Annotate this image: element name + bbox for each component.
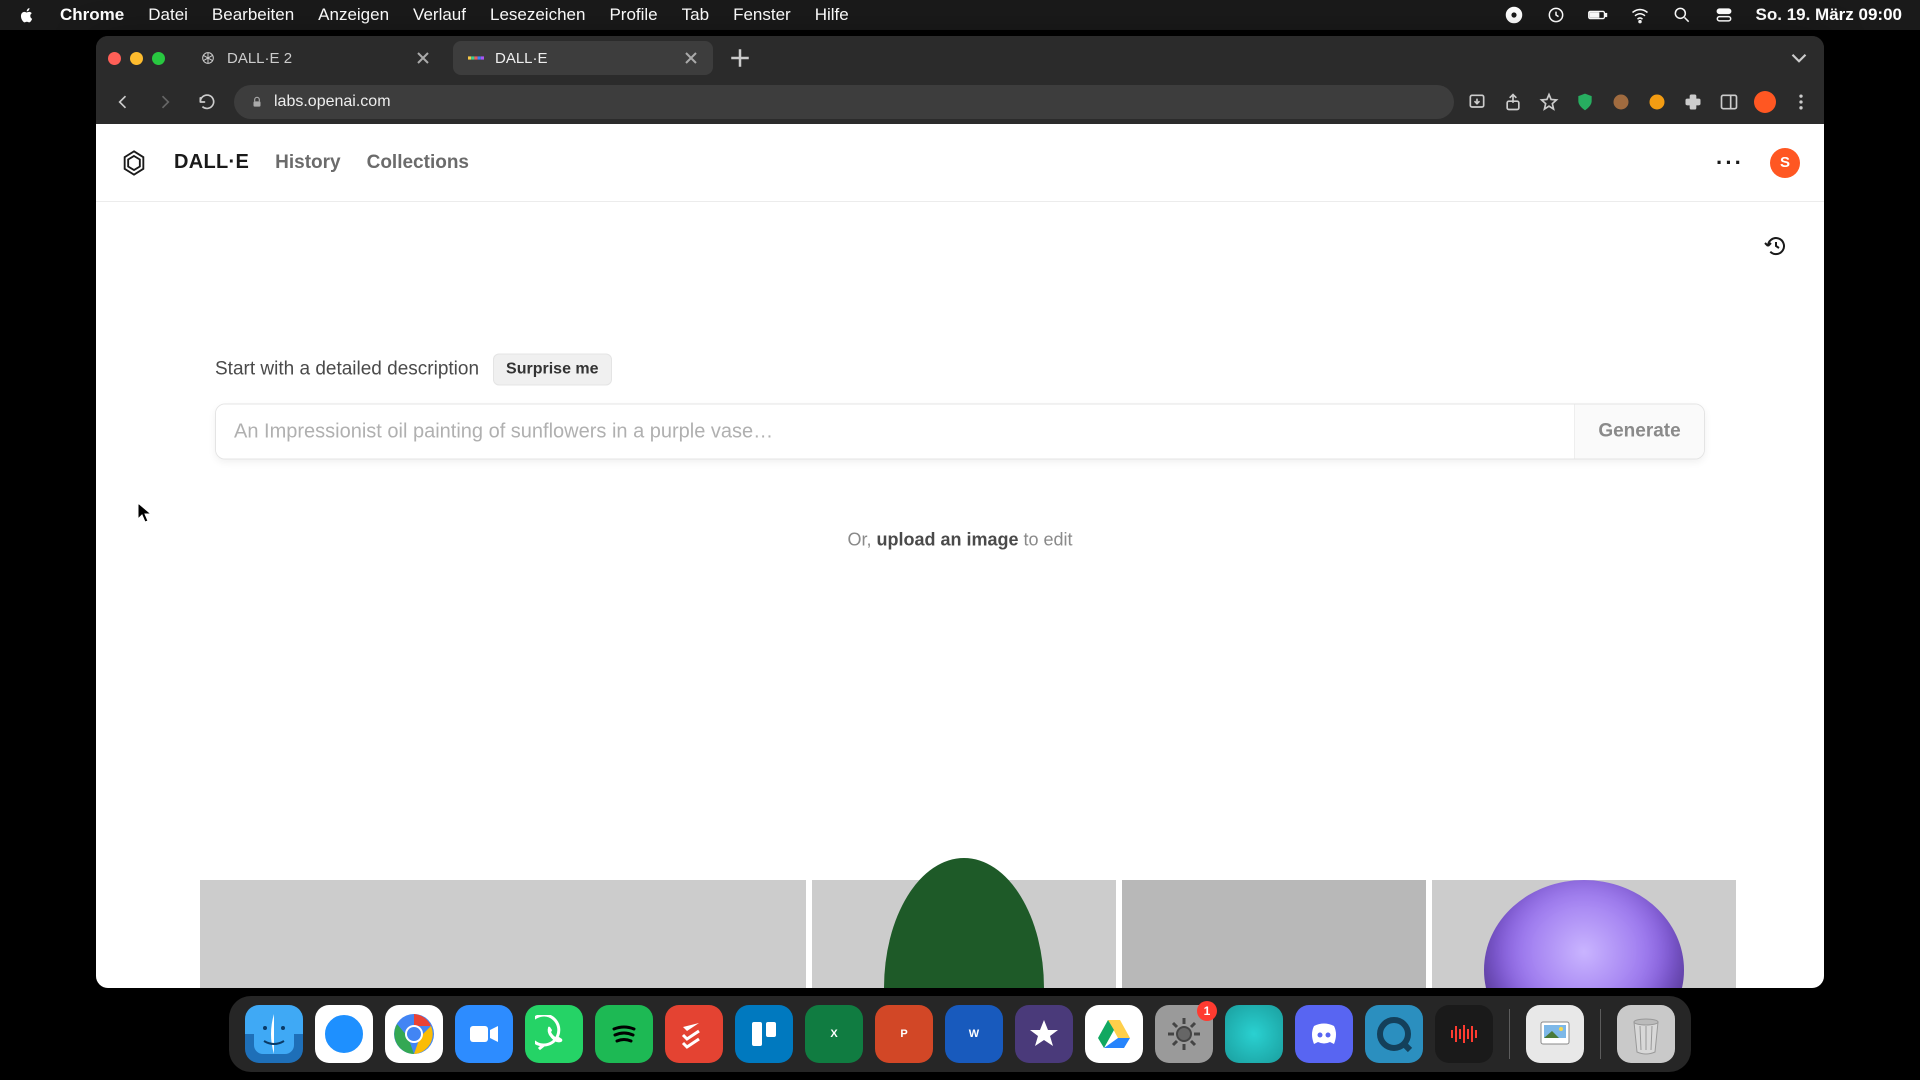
battery-icon[interactable] <box>1588 5 1608 25</box>
dock-app-icon[interactable] <box>1225 1005 1283 1063</box>
dock-todoist-icon[interactable] <box>665 1005 723 1063</box>
menubar-item[interactable]: Lesezeichen <box>490 5 585 25</box>
profile-avatar-icon[interactable] <box>1754 91 1776 113</box>
sample-gallery <box>96 880 1824 988</box>
chrome-window: DALL·E 2 DALL·E labs.openai.com <box>96 36 1824 988</box>
extension-icon[interactable] <box>1646 91 1668 113</box>
share-icon[interactable] <box>1502 91 1524 113</box>
openai-logo-icon[interactable] <box>120 149 148 177</box>
nav-history[interactable]: History <box>275 152 340 174</box>
openai-favicon-icon <box>199 49 217 67</box>
browser-tab[interactable]: DALL·E 2 <box>185 41 445 75</box>
screen-record-icon[interactable] <box>1504 5 1524 25</box>
browser-tab-active[interactable]: DALL·E <box>453 41 713 75</box>
close-tab-icon[interactable] <box>415 50 431 66</box>
address-text: labs.openai.com <box>274 93 391 111</box>
dock-preview-icon[interactable] <box>1526 1005 1584 1063</box>
menubar-app-name[interactable]: Chrome <box>60 5 124 25</box>
gallery-image[interactable] <box>1432 880 1736 988</box>
lock-icon <box>250 95 264 109</box>
menubar-item[interactable]: Datei <box>148 5 188 25</box>
dock-whatsapp-icon[interactable] <box>525 1005 583 1063</box>
app-header: DALL·E History Collections ··· S <box>96 124 1824 202</box>
wifi-icon[interactable] <box>1630 5 1650 25</box>
menubar-item[interactable]: Bearbeiten <box>212 5 294 25</box>
menubar-item[interactable]: Fenster <box>733 5 791 25</box>
spotlight-search-icon[interactable] <box>1672 5 1692 25</box>
new-tab-button[interactable] <box>725 43 755 73</box>
menubar-item[interactable]: Verlauf <box>413 5 466 25</box>
tab-overflow-button[interactable] <box>1786 45 1812 71</box>
dock-quicktime-icon[interactable] <box>1365 1005 1423 1063</box>
dock-spotify-icon[interactable] <box>595 1005 653 1063</box>
dock-separator <box>1509 1009 1510 1059</box>
gallery-image[interactable] <box>812 880 1116 988</box>
close-tab-icon[interactable] <box>683 50 699 66</box>
macos-dock: X P W 1 <box>229 996 1691 1072</box>
dock-voice-memos-icon[interactable] <box>1435 1005 1493 1063</box>
bookmark-star-icon[interactable] <box>1538 91 1560 113</box>
dock-imovie-icon[interactable] <box>1015 1005 1073 1063</box>
tab-title: DALL·E <box>495 50 548 67</box>
minimize-window-button[interactable] <box>130 52 143 65</box>
reload-button[interactable] <box>192 87 222 117</box>
prompt-input[interactable] <box>216 405 1574 459</box>
gallery-image[interactable] <box>1122 880 1426 988</box>
dock-google-drive-icon[interactable] <box>1085 1005 1143 1063</box>
apple-menu-icon[interactable] <box>18 6 36 24</box>
dock-separator <box>1600 1009 1601 1059</box>
prompt-area: Start with a detailed description Surpri… <box>215 354 1705 551</box>
menubar-item[interactable]: Hilfe <box>815 5 849 25</box>
dock-excel-icon[interactable]: X <box>805 1005 863 1063</box>
nav-collections[interactable]: Collections <box>367 152 469 174</box>
dock-powerpoint-icon[interactable]: P <box>875 1005 933 1063</box>
prompt-hint: Start with a detailed description <box>215 359 479 381</box>
back-button[interactable] <box>108 87 138 117</box>
gallery-image[interactable] <box>200 880 806 988</box>
recent-history-icon[interactable] <box>1764 234 1792 262</box>
dalle-favicon-icon <box>467 49 485 67</box>
refresh-icon[interactable] <box>1546 5 1566 25</box>
more-menu-icon[interactable]: ··· <box>1716 149 1744 177</box>
user-avatar[interactable]: S <box>1770 148 1800 178</box>
close-window-button[interactable] <box>108 52 121 65</box>
mouse-cursor-icon <box>137 502 153 524</box>
generate-button[interactable]: Generate <box>1574 405 1704 459</box>
install-app-icon[interactable] <box>1466 91 1488 113</box>
control-center-icon[interactable] <box>1714 5 1734 25</box>
menubar-item[interactable]: Profile <box>609 5 657 25</box>
address-bar[interactable]: labs.openai.com <box>234 85 1454 119</box>
dock-chrome-icon[interactable] <box>385 1005 443 1063</box>
window-controls <box>108 52 165 65</box>
dock-discord-icon[interactable] <box>1295 1005 1353 1063</box>
upload-image-link[interactable]: upload an image <box>876 530 1018 550</box>
menubar-clock[interactable]: So. 19. März 09:00 <box>1756 5 1902 25</box>
maximize-window-button[interactable] <box>152 52 165 65</box>
browser-toolbar: labs.openai.com <box>96 80 1824 124</box>
upload-hint: Or, upload an image to edit <box>215 530 1705 551</box>
tab-strip: DALL·E 2 DALL·E <box>96 36 1824 80</box>
chrome-menu-icon[interactable] <box>1790 91 1812 113</box>
dock-safari-icon[interactable] <box>315 1005 373 1063</box>
extension-icon[interactable] <box>1610 91 1632 113</box>
extensions-puzzle-icon[interactable] <box>1682 91 1704 113</box>
dock-trash-icon[interactable] <box>1617 1005 1675 1063</box>
surprise-me-button[interactable]: Surprise me <box>493 354 611 386</box>
macos-menubar: Chrome Datei Bearbeiten Anzeigen Verlauf… <box>0 0 1920 30</box>
dock-trello-icon[interactable] <box>735 1005 793 1063</box>
dock-badge: 1 <box>1197 1001 1217 1021</box>
dock-zoom-icon[interactable] <box>455 1005 513 1063</box>
forward-button[interactable] <box>150 87 180 117</box>
page-viewport: DALL·E History Collections ··· S Start w… <box>96 124 1824 988</box>
side-panel-icon[interactable] <box>1718 91 1740 113</box>
dock-finder-icon[interactable] <box>245 1005 303 1063</box>
menubar-item[interactable]: Tab <box>682 5 709 25</box>
tab-title: DALL·E 2 <box>227 50 292 67</box>
menubar-item[interactable]: Anzeigen <box>318 5 389 25</box>
brand-title[interactable]: DALL·E <box>174 151 249 174</box>
extension-shield-icon[interactable] <box>1574 91 1596 113</box>
dock-system-settings-icon[interactable]: 1 <box>1155 1005 1213 1063</box>
dock-word-icon[interactable]: W <box>945 1005 1003 1063</box>
